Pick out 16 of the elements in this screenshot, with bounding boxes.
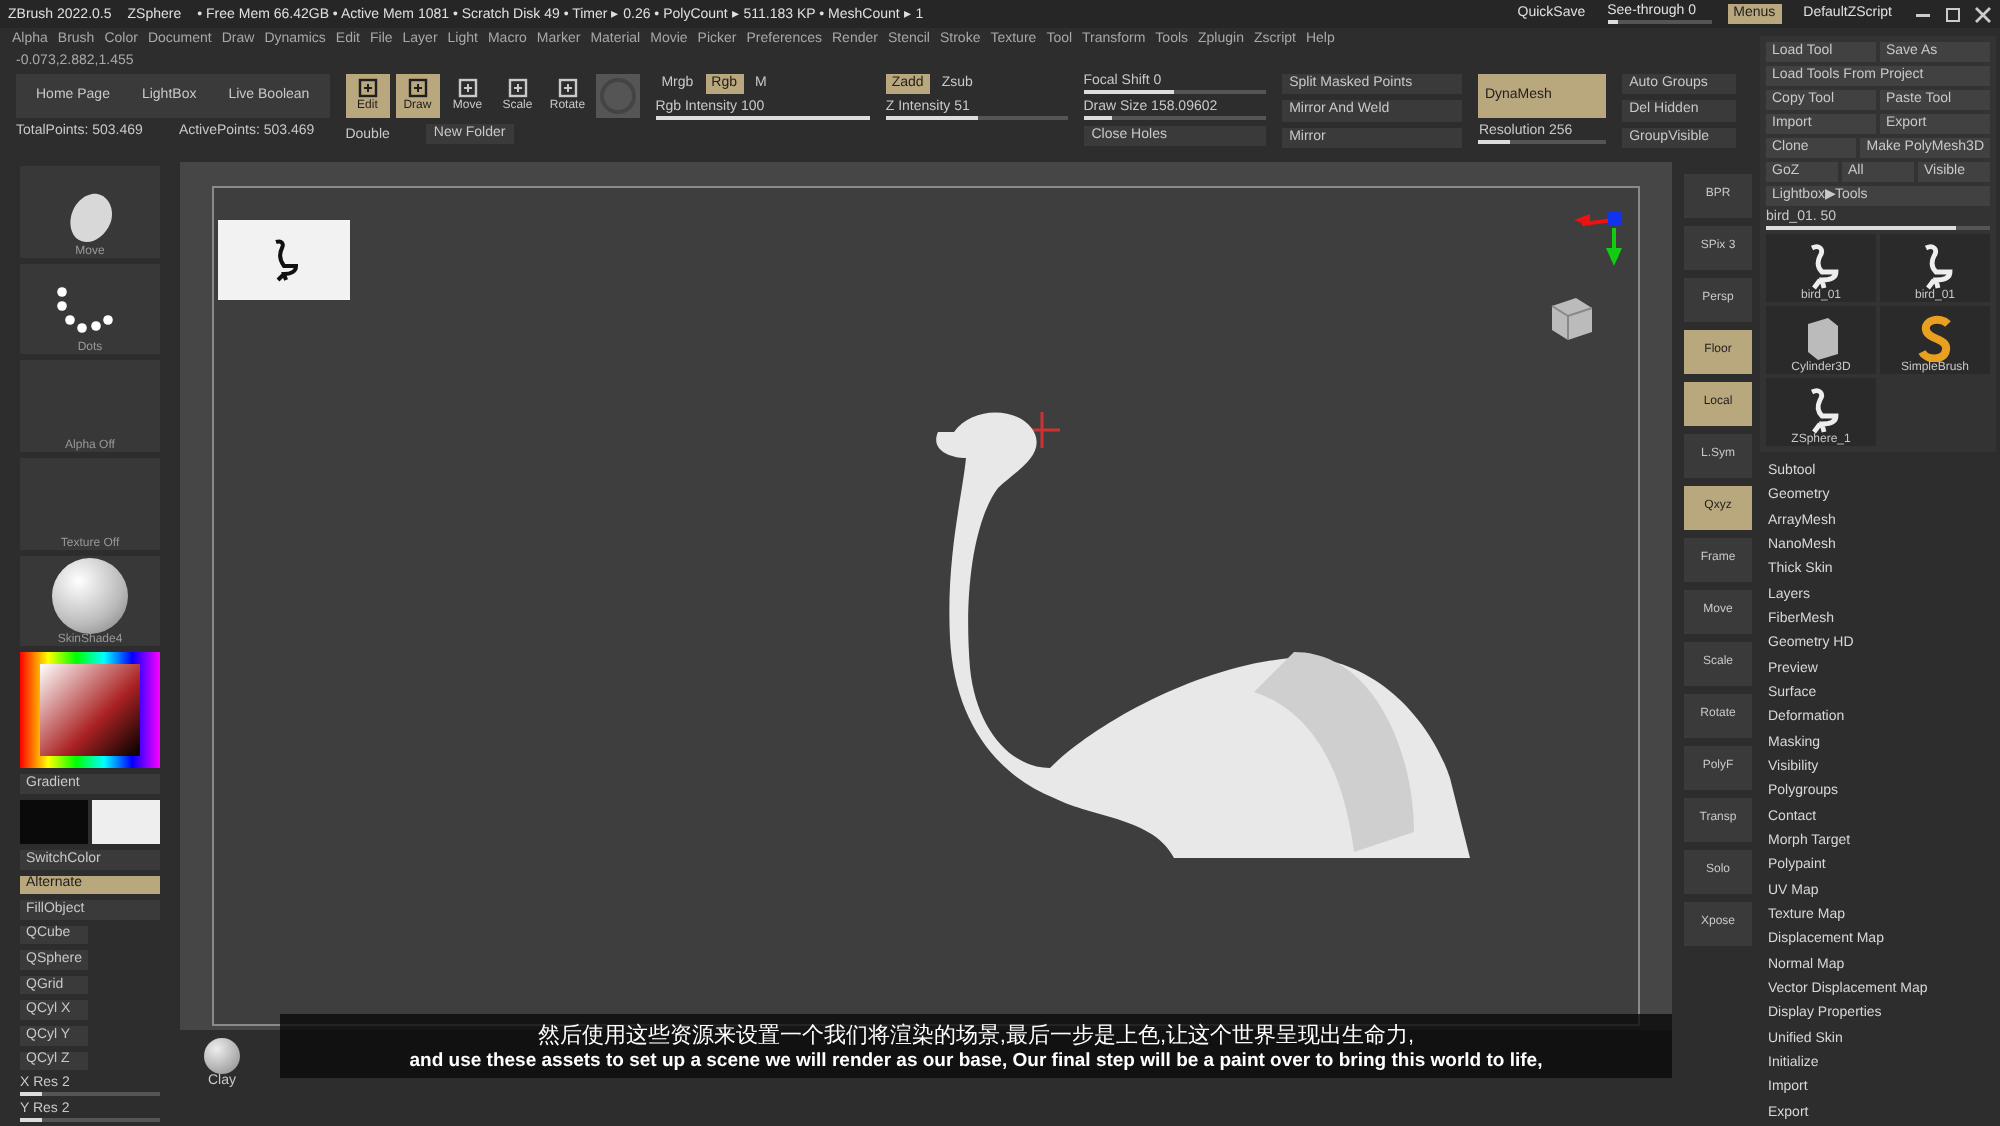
transform-icon [405, 77, 430, 100]
main-color-swatch[interactable] [20, 799, 88, 845]
transform-icon [455, 77, 480, 100]
close-icon[interactable] [1974, 5, 1992, 23]
transform-icon [355, 77, 380, 100]
secondary-color-swatch[interactable] [92, 799, 160, 845]
transform-icon [505, 77, 530, 100]
color-picker[interactable] [20, 652, 160, 769]
subtitle-english: and use these assets to set up a scene we will render as our base, Our final step will be a paint over to bring this world to life, [409, 1050, 1543, 1072]
maximize-icon[interactable] [1944, 5, 1962, 23]
navigator-thumbnail[interactable] [218, 220, 350, 300]
material-sphere-icon [52, 558, 128, 635]
cube-icon [1546, 292, 1598, 344]
s-brush-icon [1915, 314, 1955, 362]
subtitle-chinese: 然后使用这些资源来设置一个我们将渲染的场景,最后一步是上色,让这个世界呈现出生命力, [537, 1021, 1415, 1050]
transform-icon [555, 77, 580, 100]
